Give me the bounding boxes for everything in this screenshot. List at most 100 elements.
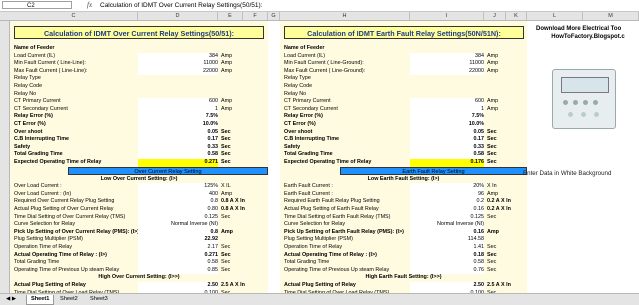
row-value[interactable]: 20% [410,183,484,191]
column-header-d[interactable]: D [138,12,218,20]
row-value[interactable]: 10.0% [138,121,218,129]
row-value[interactable]: 384 [410,52,484,61]
row-unit: X IL [221,183,231,190]
input-row: Earth Fault Current : 96 Amp [280,190,527,199]
row-value[interactable]: 2.50 [410,282,484,290]
row-value[interactable]: 0.16 [410,228,484,237]
row-value[interactable]: 96 [410,190,484,199]
row-value[interactable]: 2.50 [138,282,218,290]
row-value[interactable]: 0.05 [410,128,484,137]
input-row: Load Current (IL) 384 Amp [280,52,527,61]
row-label: Time Dial Setting of Over Current Relay … [14,213,126,220]
input-row: Actual Plug Setting of Relay 2.50 2.5 A X … [10,282,268,290]
column-header-c[interactable]: C [10,12,138,20]
worksheet[interactable]: Calculation of IDMT Over Current Relay S… [0,21,639,298]
row-value[interactable]: 1 [138,105,218,114]
name-box[interactable]: C2 [2,1,72,9]
row-value[interactable]: 600 [410,98,484,106]
column-header-g[interactable]: G [268,12,280,20]
row-label: Total Grading Time [284,259,330,266]
row-unit: Amp [221,67,233,74]
sheet-tab-2[interactable]: Sheet2 [56,295,82,304]
row-value[interactable]: 7.5% [410,113,484,121]
column-header-i[interactable]: I [410,12,484,20]
column-header-f[interactable]: F [243,12,268,20]
row-value[interactable]: 22000 [138,67,218,76]
row-value[interactable]: 0.125 [138,213,218,222]
row-unit: Amp [487,67,499,74]
row-value[interactable]: Normal Inverse (NI) [138,221,218,229]
row-value[interactable]: 0.16 [410,206,484,214]
relay-device-image [552,69,616,129]
input-row: Required Earth Fault Relay Plug Setting 0… [280,198,527,206]
row-label: Max Fault Current ( Line-Ground): [284,67,366,74]
column-header-e[interactable]: E [218,12,243,20]
column-header-m[interactable]: M [583,12,639,20]
row-value[interactable]: 7.5% [138,113,218,121]
column-header-l[interactable]: L [527,12,583,20]
row-value[interactable]: 384 [138,52,218,61]
row-value[interactable]: 0.2 [410,198,484,206]
row-label: Operation Time of Relay [14,244,73,250]
sub-header: High Over Current Setting: (I>>) [98,274,180,281]
row-unit: 0.8 A X In [221,198,245,205]
sheet-tab-3[interactable]: Sheet3 [86,295,112,304]
column-header-k[interactable]: K [506,12,527,20]
row-value[interactable]: 0.58 [410,259,484,267]
row-value[interactable]: 22.92 [138,236,218,244]
row-value[interactable]: 11000 [410,60,484,68]
input-row: Over shoot 0.05 Sec [10,128,268,137]
row-value[interactable]: 0.58 [410,151,484,159]
row-label: CT Secondary Current [14,105,68,112]
row-value[interactable]: 10.0% [410,121,484,129]
input-row: Load Current (IL) 384 Amp [10,52,268,61]
fx-icon[interactable]: fx [87,1,92,9]
column-header-j[interactable]: J [484,12,506,20]
row-value[interactable]: 0.8 [138,198,218,206]
row-value[interactable]: 11000 [138,60,218,68]
row-value[interactable]: 0.17 [410,136,484,144]
row-label: Relay No [284,90,307,97]
formula-input[interactable]: Calculation of IDMT Over Current Relay S… [100,1,262,10]
row-value[interactable]: 0.18 [410,251,484,260]
row-value[interactable]: 400 [138,190,218,199]
input-row: Relay Error (%) 7.5% [10,113,268,121]
input-row: Actual Plug Setting of Over Current Rela… [10,206,268,214]
row-unit: Sec [487,244,497,250]
row-value[interactable]: 125% [138,183,218,191]
row-value[interactable]: Normal Inverse (NI) [410,221,484,229]
row-value[interactable]: 1 [410,105,484,114]
row-value[interactable]: 2.17 [138,244,218,252]
row-value[interactable]: 0.125 [410,213,484,222]
row-value[interactable]: 600 [138,98,218,106]
input-row: Actual Plug Setting of Earth Fault Relay… [280,206,527,214]
row-value[interactable]: 0.33 [410,143,484,152]
panel-title: Calculation of IDMT Earth Fault Relay Se… [284,26,524,39]
row-value[interactable]: 0.76 [410,266,484,275]
row-value[interactable]: 0.17 [138,136,218,144]
input-row: Pick Up Setting of Earth Fault Relay (PM… [280,228,527,237]
row-value[interactable]: 22000 [410,67,484,76]
input-row: Expected Operating Time of Relay 0.271 Sec [10,159,268,167]
row-value[interactable]: 0.8 [138,228,218,237]
row-label: Actual Operating Time of Relay : (I>) [284,251,377,258]
row-value[interactable]: 0.05 [138,128,218,137]
row-label: Total Grading Time [284,151,333,158]
download-link[interactable]: Download More Electrical Too HowToFactor… [536,25,639,41]
column-header-h[interactable]: H [280,12,410,20]
row-value[interactable]: 1.41 [410,244,484,252]
row-label: Actual Plug Setting of Relay [284,282,356,288]
row-label: Load Current (IL) [14,52,56,59]
row-value[interactable]: 0.85 [138,266,218,275]
row-label: Relay Type [14,75,41,82]
row-value[interactable]: 0.58 [138,259,218,267]
tab-scroll-arrows-icon[interactable]: ◀ ▶ [2,295,20,304]
row-value[interactable]: 0.271 [138,251,218,260]
row-value[interactable]: 0.176 [410,159,484,167]
row-value[interactable]: 0.271 [138,159,218,167]
row-unit: Sec [487,128,497,135]
row-value[interactable]: 114.58 [410,236,484,244]
row-value[interactable]: 0.33 [138,143,218,152]
row-value[interactable]: 0.58 [138,151,218,159]
row-value[interactable]: 0.80 [138,206,218,214]
